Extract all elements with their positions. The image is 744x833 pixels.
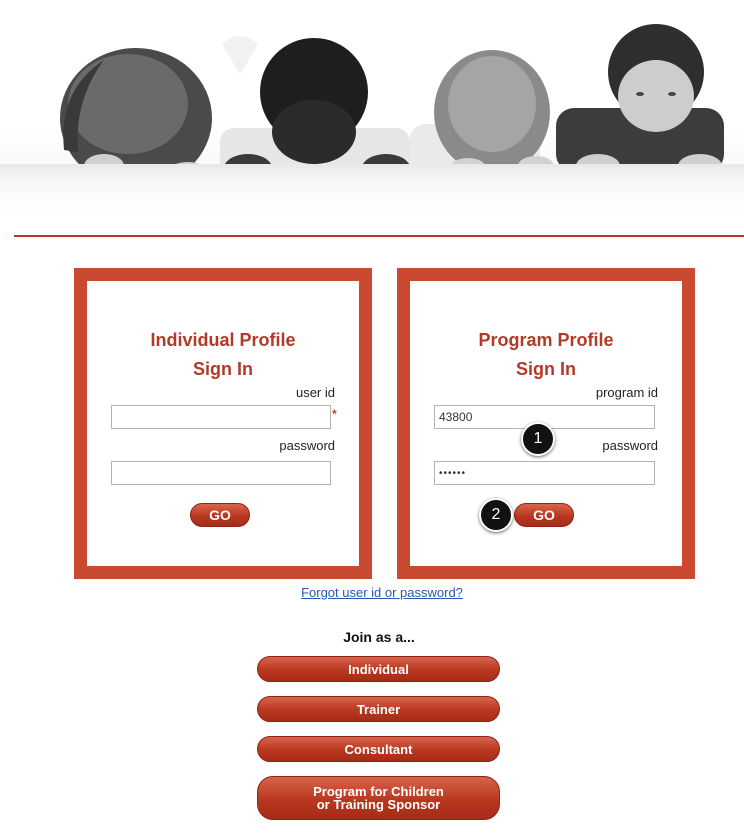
individual-signin-panel: Individual Profile Sign In user id * pas… xyxy=(74,268,372,579)
join-program-sponsor-button[interactable]: Program for Children or Training Sponsor xyxy=(257,776,500,820)
individual-password-label: password xyxy=(279,438,335,453)
step-marker-2: 2 xyxy=(479,498,513,532)
join-heading: Join as a... xyxy=(343,629,415,645)
individual-signin-title: Individual Profile Sign In xyxy=(87,326,359,384)
hero-banner xyxy=(0,0,744,212)
userid-input[interactable] xyxy=(111,405,331,429)
join-consultant-button[interactable]: Consultant xyxy=(257,736,500,762)
join-individual-button[interactable]: Individual xyxy=(257,656,500,682)
individual-go-button[interactable]: GO xyxy=(190,503,250,527)
program-go-button[interactable]: GO xyxy=(514,503,574,527)
program-title-line1: Program Profile xyxy=(478,330,614,350)
program-password-input[interactable] xyxy=(434,461,655,485)
join-program-line2: or Training Sponsor xyxy=(316,797,441,812)
program-signin-title: Program Profile Sign In xyxy=(410,326,682,384)
individual-password-input[interactable] xyxy=(111,461,331,485)
program-password-label: password xyxy=(602,438,658,453)
join-trainer-button[interactable]: Trainer xyxy=(257,696,500,722)
step-marker-1: 1 xyxy=(521,422,555,456)
individual-title-line1: Individual Profile xyxy=(150,330,296,350)
userid-label: user id xyxy=(295,385,335,400)
hero-ledge xyxy=(0,164,744,212)
individual-title-line2: Sign In xyxy=(193,359,253,379)
programid-label: program id xyxy=(595,385,658,400)
divider-line xyxy=(14,235,744,237)
required-marker: * xyxy=(332,407,337,421)
program-title-line2: Sign In xyxy=(516,359,576,379)
forgot-credentials-link[interactable]: Forgot user id or password? xyxy=(0,585,744,600)
